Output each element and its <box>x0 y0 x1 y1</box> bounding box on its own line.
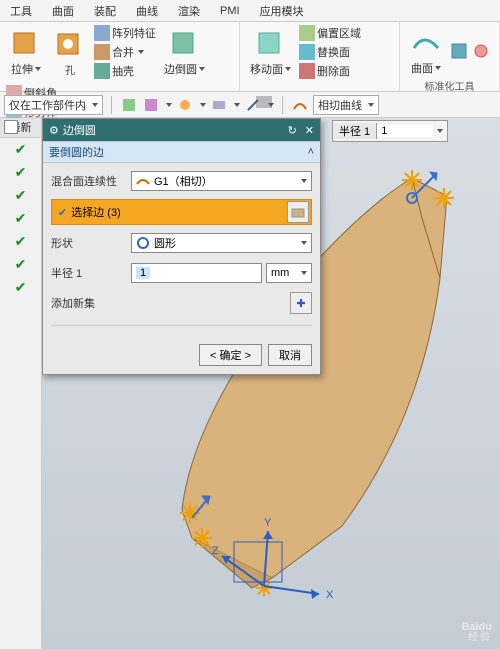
continuity-combo[interactable]: G1（相切） <box>131 171 312 191</box>
unit-combo[interactable]: mm <box>266 263 312 283</box>
shell-button[interactable]: 抽壳 <box>94 62 156 80</box>
history-check-icon[interactable]: ✔ <box>15 161 27 184</box>
select-edge-row[interactable]: ✔ 选择边 (3) <box>51 199 312 225</box>
history-strip: 最新 ✔ ✔ ✔ ✔ ✔ ✔ ✔ <box>0 118 42 649</box>
graphics-canvas[interactable]: X Y Z 半径 1 1 ⚙ 边倒圆 ↻ ✕ <box>42 118 500 649</box>
continuity-label: 混合面连续性 <box>51 173 131 189</box>
shape-combo[interactable]: 圆形 <box>131 233 312 253</box>
filter-icon[interactable] <box>120 96 138 114</box>
shape-label: 形状 <box>51 235 131 251</box>
dialog-title: 边倒圆 <box>63 122 96 138</box>
history-check-icon[interactable]: ✔ <box>15 253 27 276</box>
ribbon-group-sync: 移动面 偏置区域 替换面 删除面 更多 同步建模 <box>240 22 400 91</box>
filter-icon[interactable] <box>142 96 160 114</box>
radius-overlay-value[interactable]: 1 <box>377 125 433 137</box>
menu-render[interactable]: 渲染 <box>168 0 210 22</box>
surface-button[interactable]: 曲面 <box>406 24 446 78</box>
filter-icon[interactable] <box>210 96 228 114</box>
history-check-icon[interactable]: ✔ <box>15 230 27 253</box>
move-face-button[interactable]: 移动面 <box>246 25 295 79</box>
curve-mode-icon[interactable] <box>291 96 309 114</box>
menu-appmodule[interactable]: 应用模块 <box>250 0 314 22</box>
history-check-icon[interactable]: ✔ <box>15 138 27 161</box>
svg-text:Y: Y <box>264 517 272 529</box>
radius-overlay[interactable]: 半径 1 1 <box>332 120 448 142</box>
ribbon-group-feature: 拉伸 孔 阵列特征 合并 抽壳 边倒圆 倒斜角 修剪体 拔模 <box>0 22 240 91</box>
hole-button[interactable]: 孔 <box>50 26 90 79</box>
dialog-titlebar[interactable]: ⚙ 边倒圆 ↻ ✕ <box>43 119 320 141</box>
radius-input[interactable]: 1 <box>131 263 262 283</box>
unite-button[interactable]: 合并 <box>94 43 156 61</box>
menu-curve[interactable]: 曲线 <box>126 0 168 22</box>
svg-text:X: X <box>326 589 334 601</box>
history-check-icon[interactable]: ✔ <box>15 276 27 299</box>
svg-text:Z: Z <box>212 545 219 557</box>
checkbox-icon[interactable] <box>4 120 18 134</box>
watermark: Baidu 经验 <box>461 622 492 643</box>
history-check-icon[interactable]: ✔ <box>15 184 27 207</box>
select-edge-icon[interactable] <box>287 201 309 223</box>
offset-region-button[interactable]: 偏置区域 <box>299 24 361 42</box>
radius-overlay-label: 半径 1 <box>333 123 377 139</box>
history-check-icon[interactable]: ✔ <box>15 207 27 230</box>
ribbon: 拉伸 孔 阵列特征 合并 抽壳 边倒圆 倒斜角 修剪体 拔模 <box>0 22 500 92</box>
ribbon-group-title: 标准化工具 <box>406 78 493 94</box>
misc-icon[interactable] <box>450 42 468 60</box>
gear-icon: ⚙ <box>49 124 59 137</box>
filter-icon[interactable] <box>244 96 262 114</box>
ok-button[interactable]: < 确定 > <box>199 344 262 366</box>
misc-icon[interactable] <box>472 42 490 60</box>
cancel-button[interactable]: 取消 <box>268 344 312 366</box>
add-set-button[interactable]: ✚ <box>290 292 312 314</box>
menu-surface[interactable]: 曲面 <box>42 0 84 22</box>
menu-pmi[interactable]: PMI <box>210 2 250 20</box>
menu-bar: 工具 曲面 装配 曲线 渲染 PMI 应用模块 <box>0 0 500 22</box>
filter-icon[interactable] <box>176 96 194 114</box>
edge-blend-button[interactable]: 边倒圆 <box>160 25 209 79</box>
edge-blend-dialog: ⚙ 边倒圆 ↻ ✕ 要倒圆的边 ˄ 混合面连续性 G1（相切） <box>42 118 321 375</box>
chevron-up-icon: ˄ <box>308 146 314 158</box>
menu-assembly[interactable]: 装配 <box>84 0 126 22</box>
radius-label: 半径 1 <box>51 265 131 281</box>
reset-icon[interactable]: ↻ <box>288 124 297 137</box>
curve-mode-combo[interactable]: 相切曲线 <box>313 95 379 115</box>
select-edge-label: 选择边 (3) <box>71 204 121 220</box>
work-area: 最新 ✔ ✔ ✔ ✔ ✔ ✔ ✔ <box>0 118 500 649</box>
scope-combo[interactable]: 仅在工作部件内 <box>4 95 103 115</box>
replace-face-button[interactable]: 替换面 <box>299 43 361 61</box>
pattern-feature-button[interactable]: 阵列特征 <box>94 24 156 42</box>
delete-face-button[interactable]: 删除面 <box>299 62 361 80</box>
extrude-button[interactable]: 拉伸 <box>6 25 46 79</box>
menu-tools[interactable]: 工具 <box>0 0 42 22</box>
ribbon-group-std: 曲面 标准化工具 <box>400 22 500 91</box>
dialog-section-header[interactable]: 要倒圆的边 ˄ <box>43 141 320 163</box>
close-icon[interactable]: ✕ <box>305 124 314 137</box>
corner-tools <box>4 120 18 134</box>
addset-label: 添加新集 <box>51 295 131 311</box>
